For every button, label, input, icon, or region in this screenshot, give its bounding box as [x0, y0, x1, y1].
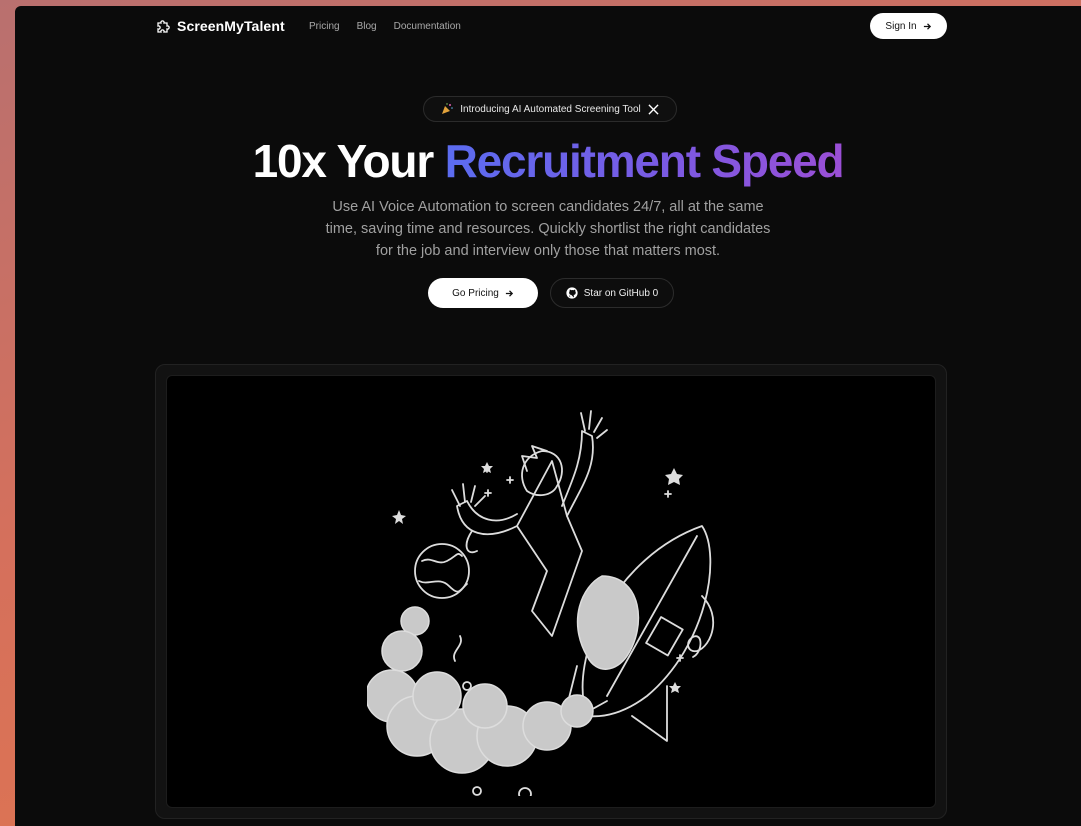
go-pricing-label: Go Pricing: [452, 287, 499, 299]
star-github-button[interactable]: Star on GitHub 0: [550, 278, 674, 308]
rocket-man-illustration: [367, 410, 714, 796]
brand-logo[interactable]: ScreenMyTalent: [155, 18, 285, 34]
sign-in-button[interactable]: Sign In: [870, 13, 947, 39]
headline-plain: 10x Your: [252, 135, 435, 187]
nav-link-blog[interactable]: Blog: [357, 21, 377, 32]
hero-headline: 10x Your Recruitment Speed: [15, 134, 1081, 188]
x-logo-icon: [648, 103, 659, 115]
github-icon: [566, 287, 578, 299]
hero-subtitle: Use AI Voice Automation to screen candid…: [325, 199, 771, 259]
puzzle-logo-icon: [157, 20, 170, 33]
hero-image-frame: [155, 364, 947, 819]
party-popper-icon: [442, 103, 454, 114]
brand-name: ScreenMyTalent: [177, 18, 285, 34]
nav-link-documentation[interactable]: Documentation: [394, 21, 461, 32]
hero-image-canvas: [166, 375, 936, 808]
browser-window: ScreenMyTalent Pricing Blog Documentatio…: [15, 6, 1081, 826]
star-github-label: Star on GitHub 0: [583, 287, 659, 299]
go-pricing-button[interactable]: Go Pricing: [428, 278, 538, 308]
nav-link-pricing[interactable]: Pricing: [309, 21, 340, 32]
announcement-badge[interactable]: Introducing AI Automated Screening Tool: [423, 96, 677, 122]
sign-in-label: Sign In: [885, 20, 917, 32]
headline-highlight: Recruitment Speed: [444, 135, 845, 187]
arrow-right-icon: [505, 289, 513, 297]
main-nav: Pricing Blog Documentation: [309, 21, 461, 32]
top-navbar: ScreenMyTalent Pricing Blog Documentatio…: [155, 12, 947, 42]
arrow-right-icon: [923, 22, 931, 30]
announcement-label: Introducing AI Automated Screening Tool: [460, 103, 641, 115]
